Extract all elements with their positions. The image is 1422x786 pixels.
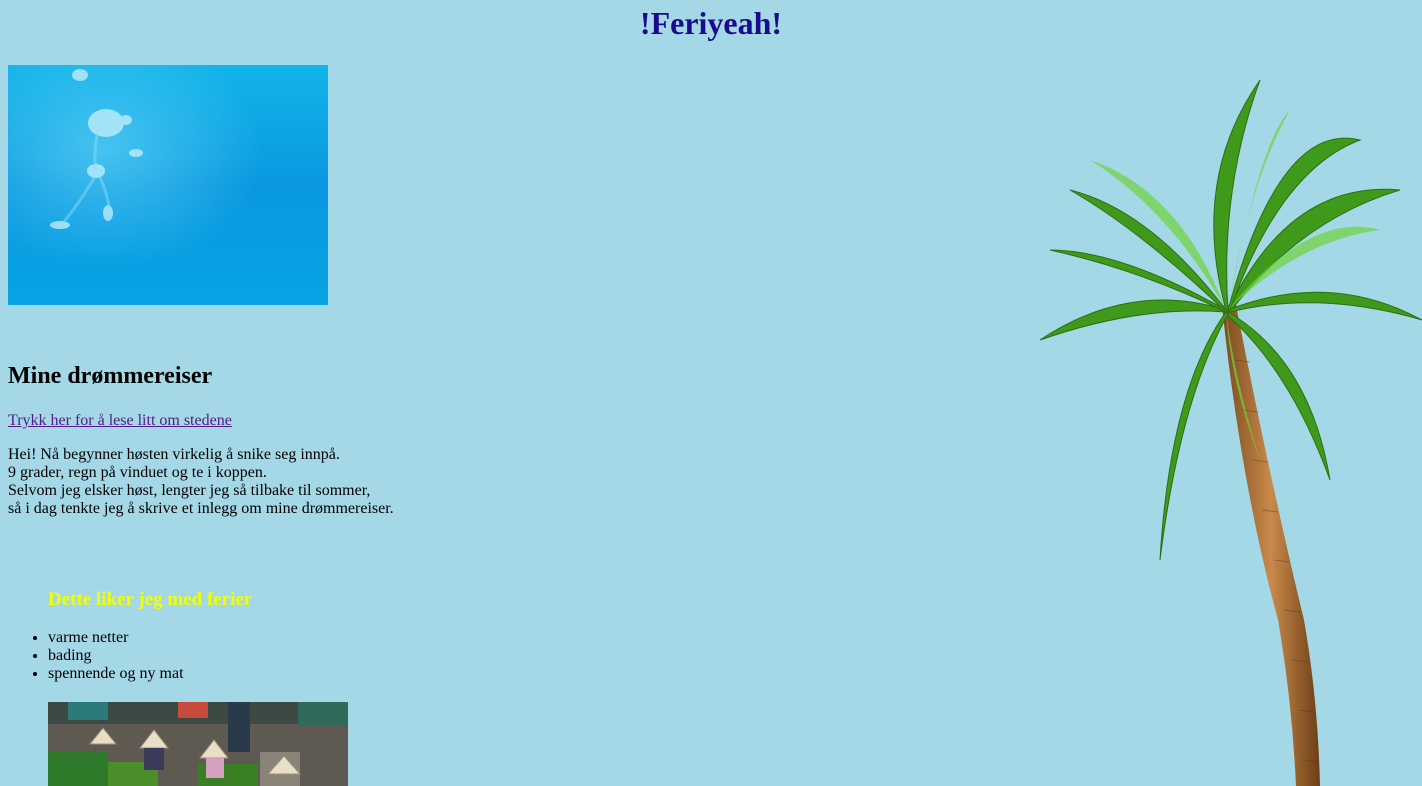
likes-heading: Dette liker jeg med ferier: [48, 589, 253, 610]
likes-list: varme netter bading spennende og ny mat: [8, 629, 184, 683]
read-about-places-link[interactable]: Trykk her for å lese litt om stedene: [8, 412, 232, 430]
list-item: varme netter: [48, 629, 184, 647]
list-item: spennende og ny mat: [48, 665, 184, 683]
page-title: !Feriyeah!: [639, 5, 783, 41]
intro-paragraph: Hei! Nå begynner høsten virkelig å snike…: [8, 446, 394, 518]
market-vendors-photo: [48, 702, 348, 786]
underwater-swimmer-photo: [8, 65, 328, 305]
list-item: bading: [48, 647, 184, 665]
intro-line: Selvom jeg elsker høst, lengter jeg så t…: [8, 482, 371, 499]
page: !Feriyeah! Mine drømmereiser Trykk her f…: [0, 0, 1422, 786]
intro-line: 9 grader, regn på vinduet og te i koppen…: [8, 464, 267, 481]
palm-tree-image: [1030, 60, 1422, 786]
intro-line: Hei! Nå begynner høsten virkelig å snike…: [8, 446, 340, 463]
intro-line: så i dag tenkte jeg å skrive et inlegg o…: [8, 500, 394, 517]
dream-trips-heading: Mine drømmereiser: [8, 363, 213, 389]
